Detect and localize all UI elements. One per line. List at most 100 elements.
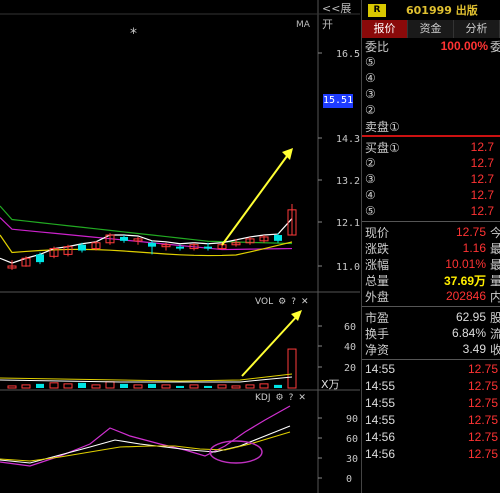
buy-level: ⑤ 12.7 [362,203,500,219]
kdj-title: KDJ [255,393,271,403]
price-tick-label: 16.5 [336,49,360,60]
volume-bar [105,381,115,389]
stat-row: 市盈 62.95 股 [362,309,500,325]
volume-bar [36,383,44,388]
volume-bar [63,383,73,389]
tick-row: 14:56 12.75 [362,447,500,464]
stat-row: 涨幅 10.01% 最 [362,256,500,272]
stat-row-value: 3.49 [462,342,486,356]
stat-row-value: 62.95 [455,310,486,324]
kdj-highlight-ring [209,440,263,464]
help-icon[interactable]: ? [289,393,294,403]
volume-bar [7,385,17,389]
price-tick-label: 13.2 [336,176,360,187]
volume-bar [78,382,86,388]
weibi-row: 委比 100.00% 委 [362,38,500,54]
stat-row: 现价 12.75 今 [362,224,500,240]
expand-button[interactable]: <<展开 [322,0,360,31]
quote-header: R 601999 出版 [362,0,500,20]
stat-row-suffix: 流 [490,325,500,342]
kdj-panel-header: KDJ ⚙ ? ✕ [255,391,306,405]
asterisk-marker: * [130,26,137,42]
candle-body [78,244,86,251]
ma-line-mid [0,217,293,251]
sell-level-label: ③ [365,87,376,101]
volume-bar [133,384,143,389]
tab-quote[interactable]: 报价 [362,20,408,38]
quote-stats-2: 市盈 62.95 股换手 6.84% 流净资 3.49 收 [362,309,500,357]
kline-chart[interactable]: 16.5 14.3 13.2 12.1 11.0 60 40 20 90 60 30 0 [0,0,360,493]
gear-icon[interactable]: ⚙ [276,393,284,403]
close-icon[interactable]: ✕ [301,297,309,307]
candle-body [36,254,44,263]
tab-analysis[interactable]: 分析 [454,20,500,38]
buy-level: ③ 12.7 [362,171,500,187]
tick-list: 14:55 12.75 14:55 12.75 14:55 12.75 14:55 12.75… [362,362,500,464]
stat-row-value: 6.84% [451,326,486,340]
sell-level-label: ⑤ [365,55,376,69]
tab-funds[interactable]: 资金 [408,20,454,38]
price-tick-label: 12.1 [336,218,360,229]
vol-unit: X万 [321,378,340,391]
divider [362,221,500,222]
volume-bar [217,384,227,389]
stat-row-label: 外盘 [365,289,390,304]
volume-bar [49,382,59,389]
current-price-flag: 15.51 [323,94,354,108]
buy-level-value: 12.7 [470,140,494,154]
divider [362,306,500,307]
annotation-arrowhead [291,310,302,321]
stat-row-suffix: 今 [490,224,500,241]
buy-level-value: 12.7 [470,204,494,218]
tick-row: 14:55 12.75 [362,396,500,413]
stat-row-suffix: 最 [490,256,500,273]
close-icon[interactable]: ✕ [298,393,306,403]
volume-bar [148,383,156,388]
buy-orders: 买盘① 12.7 ② 12.7 ③ 12.7 ④ 12.7 ⑤ 12.7 [362,139,500,219]
volume-bar [161,384,171,389]
volume-bar [120,383,128,388]
stat-row-suffix: 内 [490,288,500,305]
quote-panel: R 601999 出版 报价 资金 分析 委比 100.00% 委 ⑤ ④ ③ ② 卖盘… [361,0,500,493]
chart-area[interactable]: 16.5 14.3 13.2 12.1 11.0 60 40 20 90 60 30 0 <<展开 M… [0,0,360,493]
volume-bar [189,384,199,389]
tick-price: 12.75 [467,362,498,376]
stat-row: 净资 3.49 收 [362,341,500,357]
price-tick-label: 14.3 [336,134,360,145]
annotation-arrow [241,313,300,377]
buy-level-value: 12.7 [470,172,494,186]
tick-row: 14:55 12.75 [362,379,500,396]
sell-level: ② [362,102,500,118]
candle-body [120,236,128,241]
candle-body [176,246,184,249]
buy-level: ② 12.7 [362,155,500,171]
divider [362,359,500,360]
tick-time: 14:55 [365,413,396,427]
tick-time: 14:55 [365,379,396,393]
vol-tick-label: 20 [344,363,356,374]
weibi-value: 100.00% [440,39,488,53]
tick-row: 14:56 12.75 [362,430,500,447]
buy-level-value: 12.7 [470,188,494,202]
annotation-arrowhead [282,148,293,160]
volume-bar [91,384,101,389]
vol-panel-header: VOL ⚙ ? ✕ [255,295,309,309]
candle-body [274,235,282,241]
tick-price: 12.75 [467,396,498,410]
sell-level: 卖盘① [362,118,500,134]
price-tick-label: 11.0 [336,262,360,273]
sell-level: ③ [362,86,500,102]
tick-price: 12.75 [467,430,498,444]
tick-price: 12.75 [467,447,498,461]
tick-time: 14:55 [365,396,396,410]
stat-row-value: 12.75 [455,225,486,239]
tick-time: 14:56 [365,430,396,444]
stat-row-label: 换手 [365,326,390,341]
help-icon[interactable]: ? [291,297,296,307]
gear-icon[interactable]: ⚙ [278,297,286,307]
tick-price: 12.75 [467,379,498,393]
stat-row: 换手 6.84% 流 [362,325,500,341]
kdj-line-j [0,405,291,467]
quote-stats: 现价12.75今涨跌1.16最涨幅10.01%最总量37.69万量外盘20284… [362,224,500,304]
vol-tick-label: 60 [344,322,356,333]
